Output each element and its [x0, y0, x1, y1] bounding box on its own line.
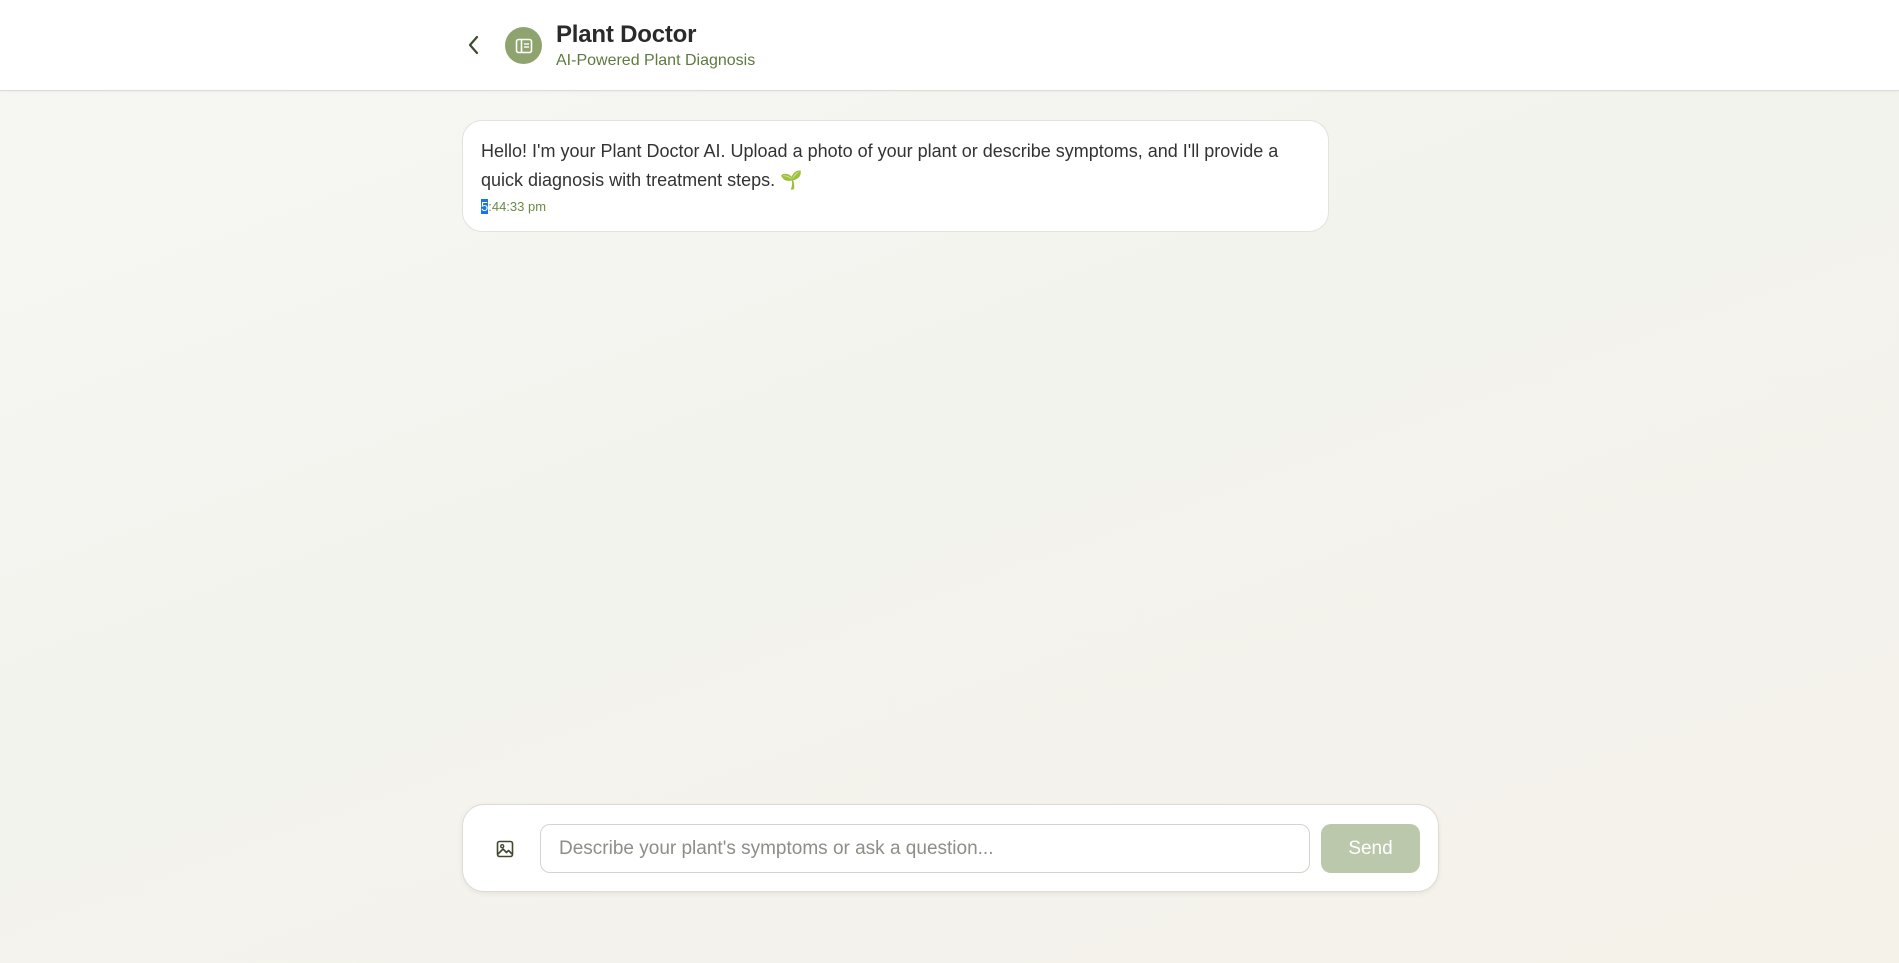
plant-doctor-avatar	[505, 27, 542, 64]
message-text: Hello! I'm your Plant Doctor AI. Upload …	[481, 141, 1279, 190]
document-icon	[515, 38, 532, 53]
timestamp-text: :44:33 pm	[488, 199, 547, 214]
upload-image-button[interactable]	[491, 835, 519, 863]
message-timestamp: 5:44:33 pm	[481, 199, 1310, 214]
page-title: Plant Doctor	[556, 21, 697, 48]
image-icon	[496, 840, 514, 858]
message-composer: Send	[462, 804, 1439, 892]
app-header: Plant Doctor AI-Powered Plant Diagnosis	[0, 0, 1899, 91]
page-subtitle: AI-Powered Plant Diagnosis	[556, 52, 756, 69]
chevron-left-icon	[468, 35, 479, 55]
message-input[interactable]	[540, 824, 1310, 873]
send-button[interactable]: Send	[1321, 824, 1420, 873]
assistant-message: Hello! I'm your Plant Doctor AI. Upload …	[462, 120, 1329, 232]
back-button[interactable]	[460, 30, 488, 60]
